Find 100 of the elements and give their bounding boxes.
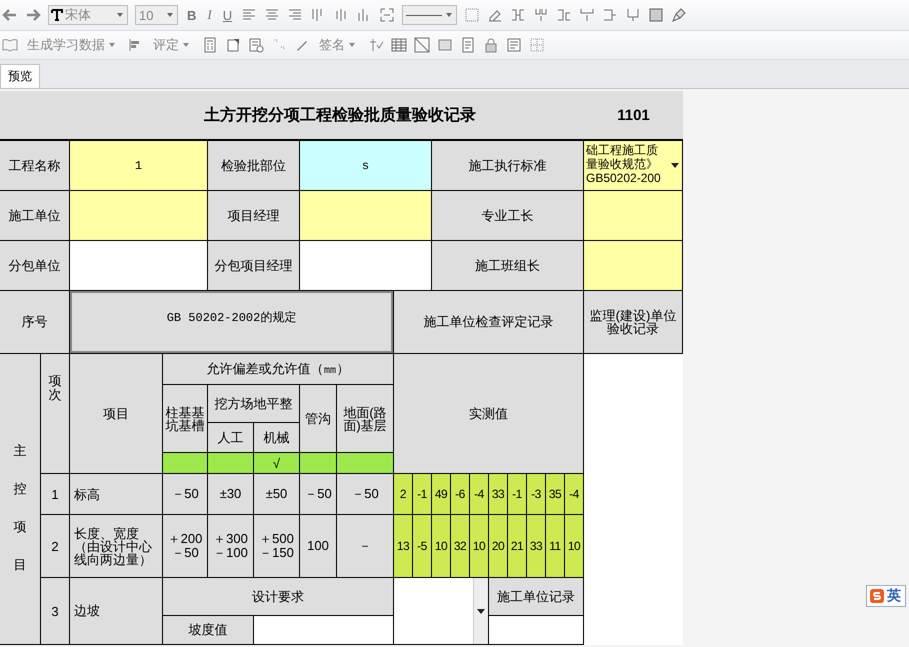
table-cell: 实测值 — [394, 354, 584, 474]
caret-icon — [117, 13, 123, 17]
insert-row-icon[interactable] — [533, 7, 550, 23]
table-cell: 序号 — [0, 291, 70, 354]
table-cell[interactable]: 49 — [432, 474, 451, 515]
field-value[interactable] — [584, 191, 683, 241]
field-value[interactable] — [584, 241, 683, 291]
table-cell[interactable]: 33 — [527, 515, 546, 578]
table-cell: 项目 — [70, 354, 163, 474]
caret-icon — [109, 43, 115, 47]
checkbox-cell[interactable] — [300, 453, 337, 474]
table-cell[interactable]: 10 — [565, 515, 584, 578]
split-row-icon[interactable] — [625, 7, 642, 23]
brush-icon[interactable] — [671, 7, 688, 23]
underline-button[interactable]: U — [220, 8, 234, 22]
table-cell[interactable]: 10 — [470, 515, 489, 578]
preview-tab[interactable]: 预览 — [0, 64, 40, 88]
table-cell: －50 — [337, 474, 394, 515]
form-settings-icon[interactable] — [248, 37, 264, 53]
table-cell[interactable]: 11 — [546, 515, 565, 578]
lock-icon[interactable] — [483, 37, 499, 53]
table-cell[interactable]: 32 — [451, 515, 470, 578]
table-cell[interactable]: -4 — [470, 474, 489, 515]
dropdown-field[interactable] — [394, 578, 489, 645]
field-value[interactable] — [70, 241, 208, 291]
caret-icon — [446, 13, 452, 17]
calculator-icon[interactable] — [202, 37, 218, 53]
book-icon[interactable] — [2, 37, 18, 53]
checkbox-cell[interactable] — [163, 453, 208, 474]
table-cell: －50 — [163, 474, 208, 515]
table-cell[interactable]: 13 — [394, 515, 413, 578]
table-cell[interactable]: 10 — [432, 515, 451, 578]
delete-row-icon[interactable] — [579, 7, 596, 23]
table-cell: 边坡 — [70, 578, 163, 645]
form-title: 土方开挖分项工程检验批质量验收记录 — [0, 91, 584, 141]
note-icon[interactable] — [225, 37, 241, 53]
table-icon[interactable] — [391, 37, 407, 53]
forward-arrow-icon[interactable] — [25, 7, 41, 23]
table-cell[interactable]: 21 — [508, 515, 527, 578]
table-cell: 允许偏差或允许值（㎜） — [163, 354, 394, 385]
field-label: 施工执行标准 — [432, 141, 584, 191]
table-cell[interactable]: 20 — [489, 515, 508, 578]
table-cell[interactable]: -5 — [413, 515, 432, 578]
image-icon[interactable] — [437, 37, 453, 53]
merge-cells-icon[interactable] — [379, 7, 396, 23]
dropdown-arrow-icon[interactable] — [477, 608, 485, 614]
italic-button[interactable]: I — [205, 7, 214, 23]
table-cell[interactable]: -6 — [451, 474, 470, 515]
delete-column-icon[interactable] — [556, 7, 572, 23]
text-box-icon[interactable] — [506, 37, 522, 53]
table-cell[interactable]: -3 — [527, 474, 546, 515]
table-cell: 挖方场地平整 — [208, 385, 300, 423]
table-cell[interactable]: -1 — [508, 474, 527, 515]
caret-icon — [183, 43, 189, 47]
field-value[interactable]: 础工程施工质量验收规范》GB50202-200 — [584, 141, 683, 191]
field-value[interactable] — [70, 191, 208, 241]
input-field[interactable] — [254, 616, 394, 645]
field-value[interactable] — [300, 191, 432, 241]
diagonal-line-icon[interactable] — [414, 37, 430, 53]
field-value[interactable]: s — [300, 141, 432, 191]
field-value[interactable] — [300, 241, 432, 291]
table-cell: 监理(建设)单位验收记录 — [584, 291, 683, 354]
field-label: 分包单位 — [0, 241, 70, 291]
input-field[interactable] — [489, 616, 584, 645]
field-label: 项目经理 — [208, 191, 300, 241]
grid-icon[interactable] — [529, 37, 545, 53]
field-label: 检验批部位 — [208, 141, 300, 191]
split-column-icon[interactable] — [602, 7, 618, 23]
checkbox-cell[interactable] — [337, 453, 394, 474]
document-icon[interactable] — [460, 37, 476, 53]
table-cell[interactable]: -1 — [413, 474, 432, 515]
field-label: 施工班组长 — [432, 241, 584, 291]
table-cell[interactable]: -4 — [565, 474, 584, 515]
insert-column-icon[interactable] — [510, 7, 526, 23]
table-cell[interactable]: 2 — [394, 474, 413, 515]
table-cell: 1 — [41, 474, 70, 515]
table-cell: 机械 — [254, 423, 300, 453]
checkbox-cell[interactable]: √ — [254, 453, 300, 474]
field-value[interactable]: 1 — [70, 141, 208, 191]
bold-button[interactable]: B — [185, 8, 198, 22]
border-icon[interactable] — [464, 7, 480, 23]
checkbox-cell[interactable] — [208, 453, 254, 474]
back-arrow-icon[interactable] — [2, 7, 18, 23]
caret-icon — [349, 43, 355, 47]
line-style-dropdown[interactable] — [402, 5, 458, 25]
table-cell[interactable]: 35 — [546, 474, 565, 515]
table-cell: 项次 — [41, 354, 70, 474]
field-label: 施工单位 — [0, 191, 70, 241]
cell-fill-icon[interactable] — [648, 7, 664, 23]
table-cell: 3 — [41, 578, 70, 645]
dropdown-arrow-icon[interactable] — [671, 163, 679, 168]
table-cell[interactable]: 33 — [489, 474, 508, 515]
table-cell: ＋500 －150 — [254, 515, 300, 578]
ime-indicator[interactable]: 英 — [866, 585, 906, 607]
table-cell: ±30 — [208, 474, 254, 515]
special-char-icon[interactable] — [368, 37, 384, 53]
field-label: 分包项目经理 — [208, 241, 300, 291]
font-icon — [51, 9, 63, 21]
table-cell: 2 — [41, 515, 70, 578]
table-cell: －50 — [300, 474, 337, 515]
